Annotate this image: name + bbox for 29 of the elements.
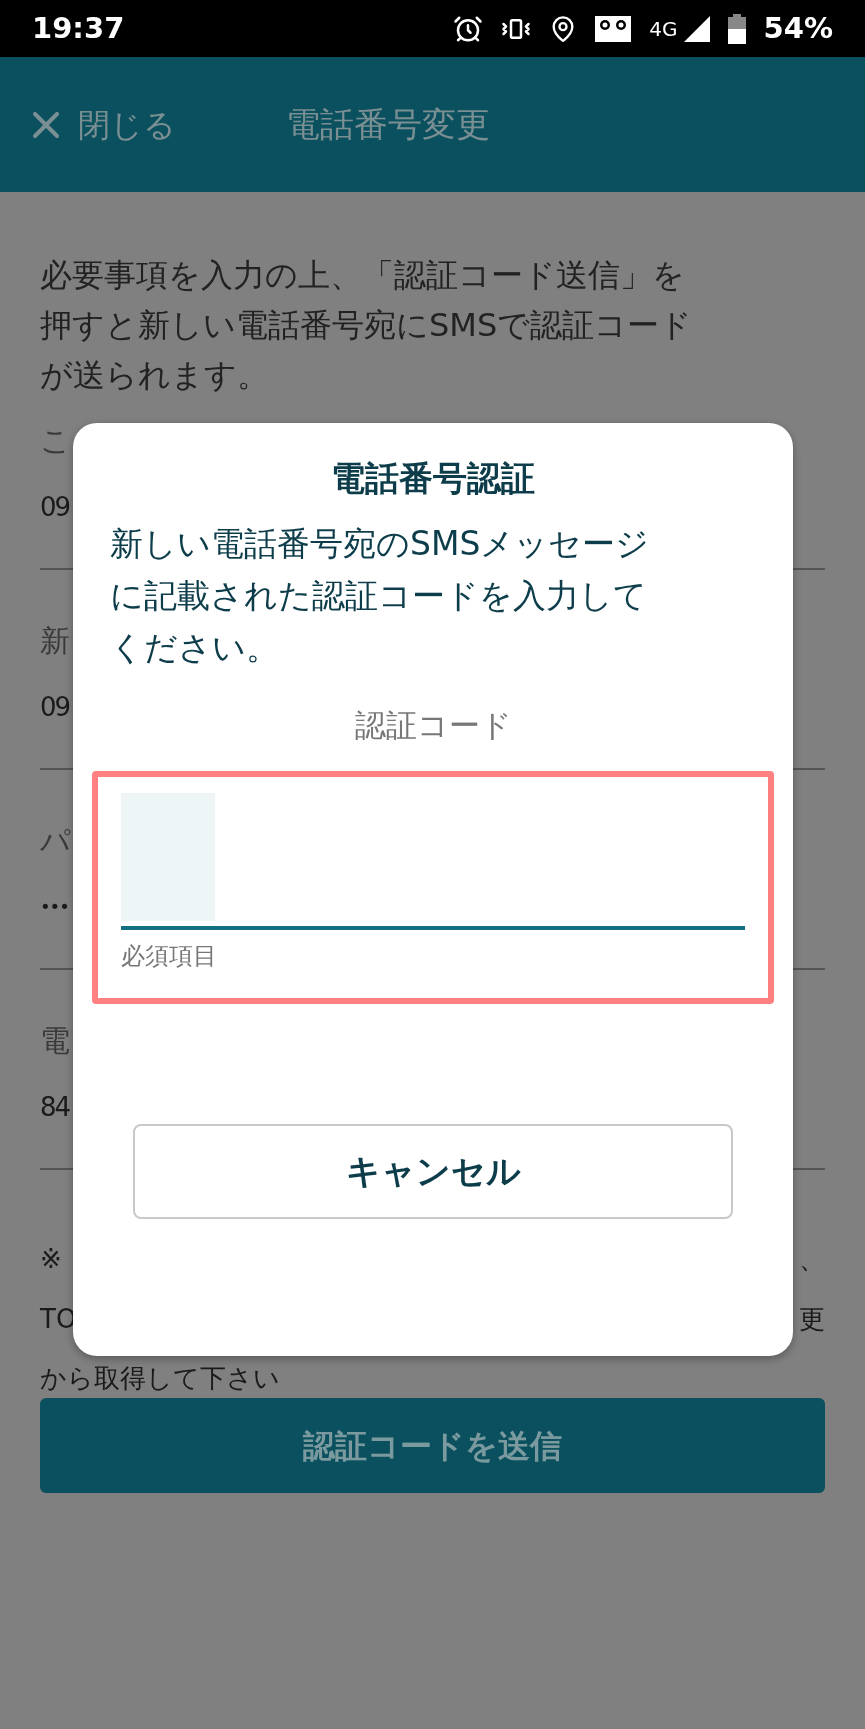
screen-title: 電話番号変更 [286,103,490,146]
note-text: から取得して下さい [40,1363,280,1393]
send-code-button[interactable]: 認証コードを送信 [40,1398,825,1493]
cancel-button[interactable]: キャンセル [133,1123,733,1219]
note-text: 更 [799,1303,825,1336]
helper-text: 必須項目 [121,940,218,972]
clock-time: 19:37 [32,9,125,47]
field-label: 新 [40,622,70,660]
voicemail-icon [595,15,632,42]
field-label: こ [40,422,71,460]
signal-icon [683,15,710,42]
field-value: 84 [40,1091,70,1124]
code-field-label: 認証コード [354,706,512,745]
network-type: 4G [649,15,678,43]
note-text: ※ [40,1243,62,1276]
field-value: ••• [40,895,69,919]
field-value: 09 [40,691,70,724]
dialog-message: 新しい電話番号宛のSMSメッセージ に記載された認証コードを入力して ください。 [109,523,650,669]
battery-percent: 54% [763,9,833,47]
battery-icon [727,13,746,44]
note-text: 、 [799,1243,825,1276]
field-label: パ [40,822,71,860]
dialog-title: 電話番号認証 [331,457,535,500]
close-button[interactable]: 閉じる [24,100,176,149]
field-label: 電 [40,1022,70,1060]
intro-text: 必要事項を入力の上、「認証コード送信」を 押すと新しい電話番号宛にSMSで認証コード が送られます。 [40,255,694,396]
alarm-icon [453,13,484,44]
code-input-field[interactable] [121,792,745,930]
field-value: 09 [40,491,70,524]
